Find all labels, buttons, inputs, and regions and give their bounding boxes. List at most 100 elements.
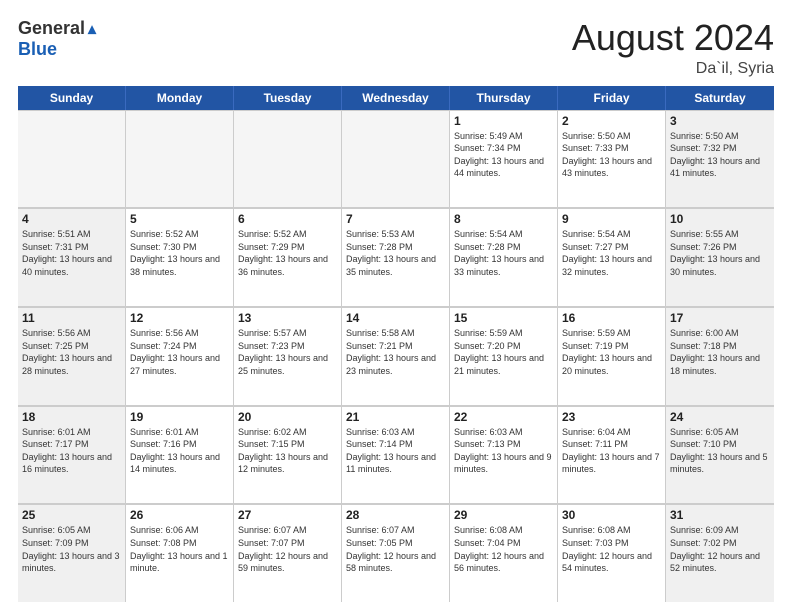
day-number: 31: [670, 508, 770, 522]
day-number: 29: [454, 508, 553, 522]
cell-info: Sunrise: 6:08 AMSunset: 7:03 PMDaylight:…: [562, 524, 661, 574]
cell-info: Sunrise: 6:03 AMSunset: 7:13 PMDaylight:…: [454, 426, 553, 476]
cell-info: Sunrise: 6:07 AMSunset: 7:07 PMDaylight:…: [238, 524, 337, 574]
cell-info: Sunrise: 5:56 AMSunset: 7:24 PMDaylight:…: [130, 327, 229, 377]
calendar-cell-w2-d6: 17 Sunrise: 6:00 AMSunset: 7:18 PMDayligh…: [666, 307, 774, 405]
day-number: 8: [454, 212, 553, 226]
calendar-cell-w4-d4: 29 Sunrise: 6:08 AMSunset: 7:04 PMDayligh…: [450, 504, 558, 602]
day-number: 11: [22, 311, 121, 325]
cell-info: Sunrise: 6:00 AMSunset: 7:18 PMDaylight:…: [670, 327, 770, 377]
header-thursday: Thursday: [450, 86, 558, 110]
calendar-cell-w0-d4: 1 Sunrise: 5:49 AMSunset: 7:34 PMDaylight…: [450, 110, 558, 208]
calendar-cell-w3-d1: 19Sunrise: 6:01 AMSunset: 7:16 PMDayligh…: [126, 406, 234, 504]
cell-info: Sunrise: 6:09 AMSunset: 7:02 PMDaylight:…: [670, 524, 770, 574]
day-number: 4: [22, 212, 121, 226]
bird-icon: ▴: [88, 19, 96, 39]
header-friday: Friday: [558, 86, 666, 110]
day-number: 15: [454, 311, 553, 325]
cell-info: Sunrise: 5:53 AMSunset: 7:28 PMDaylight:…: [346, 228, 445, 278]
calendar-header: Sunday Monday Tuesday Wednesday Thursday…: [18, 86, 774, 110]
calendar-cell-w3-d0: 18 Sunrise: 6:01 AMSunset: 7:17 PMDayligh…: [18, 406, 126, 504]
day-number: 20: [238, 410, 337, 424]
cell-info: Sunrise: 5:49 AMSunset: 7:34 PMDaylight:…: [454, 130, 553, 180]
day-number: 22: [454, 410, 553, 424]
calendar-cell-w4-d5: 30Sunrise: 6:08 AMSunset: 7:03 PMDayligh…: [558, 504, 666, 602]
day-number: 16: [562, 311, 661, 325]
day-number: 25: [22, 508, 121, 522]
calendar-cell-w1-d6: 10 Sunrise: 5:55 AMSunset: 7:26 PMDayligh…: [666, 208, 774, 306]
cell-info: Sunrise: 5:59 AMSunset: 7:20 PMDaylight:…: [454, 327, 553, 377]
calendar-cell-w0-d2: [234, 110, 342, 208]
title-block: August 2024 Da`il, Syria: [572, 18, 774, 78]
logo: General ▴ Blue: [18, 18, 96, 60]
day-number: 21: [346, 410, 445, 424]
day-number: 23: [562, 410, 661, 424]
header: General ▴ Blue August 2024 Da`il, Syria: [18, 18, 774, 78]
day-number: 1: [454, 114, 553, 128]
calendar-cell-w4-d2: 27 Sunrise: 6:07 AMSunset: 7:07 PMDayligh…: [234, 504, 342, 602]
cell-info: Sunrise: 6:08 AMSunset: 7:04 PMDaylight:…: [454, 524, 553, 574]
day-number: 18: [22, 410, 121, 424]
day-number: 12: [130, 311, 229, 325]
day-number: 27: [238, 508, 337, 522]
day-number: 26: [130, 508, 229, 522]
day-number: 13: [238, 311, 337, 325]
logo-blue-text: Blue: [18, 39, 96, 60]
logo-general: General ▴: [18, 18, 96, 39]
day-number: 19: [130, 410, 229, 424]
day-number: 9: [562, 212, 661, 226]
cell-info: Sunrise: 5:52 AMSunset: 7:29 PMDaylight:…: [238, 228, 337, 278]
header-wednesday: Wednesday: [342, 86, 450, 110]
day-number: 10: [670, 212, 770, 226]
calendar-week-2: 11 Sunrise: 5:56 AMSunset: 7:25 PMDayligh…: [18, 307, 774, 406]
calendar-cell-w3-d4: 22 Sunrise: 6:03 AMSunset: 7:13 PMDayligh…: [450, 406, 558, 504]
logo-general-text: General: [18, 18, 85, 39]
calendar-cell-w3-d5: 23Sunrise: 6:04 AMSunset: 7:11 PMDayligh…: [558, 406, 666, 504]
day-number: 24: [670, 410, 770, 424]
cell-info: Sunrise: 5:50 AMSunset: 7:32 PMDaylight:…: [670, 130, 770, 180]
header-tuesday: Tuesday: [234, 86, 342, 110]
calendar-cell-w2-d2: 13 Sunrise: 5:57 AMSunset: 7:23 PMDayligh…: [234, 307, 342, 405]
header-monday: Monday: [126, 86, 234, 110]
cell-info: Sunrise: 5:57 AMSunset: 7:23 PMDaylight:…: [238, 327, 337, 377]
cell-info: Sunrise: 6:06 AMSunset: 7:08 PMDaylight:…: [130, 524, 229, 574]
day-number: 14: [346, 311, 445, 325]
month-title: August 2024: [572, 18, 774, 58]
cell-info: Sunrise: 6:02 AMSunset: 7:15 PMDaylight:…: [238, 426, 337, 476]
day-number: 28: [346, 508, 445, 522]
calendar-cell-w2-d1: 12 Sunrise: 5:56 AMSunset: 7:24 PMDayligh…: [126, 307, 234, 405]
cell-info: Sunrise: 6:01 AMSunset: 7:17 PMDaylight:…: [22, 426, 121, 476]
day-number: 6: [238, 212, 337, 226]
cell-info: Sunrise: 5:51 AMSunset: 7:31 PMDaylight:…: [22, 228, 121, 278]
cell-info: Sunrise: 5:56 AMSunset: 7:25 PMDaylight:…: [22, 327, 121, 377]
calendar-week-3: 18 Sunrise: 6:01 AMSunset: 7:17 PMDayligh…: [18, 406, 774, 505]
day-number: 17: [670, 311, 770, 325]
calendar-cell-w0-d3: [342, 110, 450, 208]
calendar-cell-w4-d1: 26 Sunrise: 6:06 AMSunset: 7:08 PMDayligh…: [126, 504, 234, 602]
calendar-week-1: 4 Sunrise: 5:51 AMSunset: 7:31 PMDaylight…: [18, 208, 774, 307]
calendar: Sunday Monday Tuesday Wednesday Thursday…: [18, 86, 774, 602]
cell-info: Sunrise: 5:59 AMSunset: 7:19 PMDaylight:…: [562, 327, 661, 377]
calendar-cell-w2-d0: 11 Sunrise: 5:56 AMSunset: 7:25 PMDayligh…: [18, 307, 126, 405]
header-saturday: Saturday: [666, 86, 774, 110]
calendar-cell-w1-d1: 5Sunrise: 5:52 AMSunset: 7:30 PMDaylight…: [126, 208, 234, 306]
cell-info: Sunrise: 5:50 AMSunset: 7:33 PMDaylight:…: [562, 130, 661, 180]
calendar-cell-w0-d0: [18, 110, 126, 208]
calendar-week-4: 25Sunrise: 6:05 AMSunset: 7:09 PMDayligh…: [18, 504, 774, 602]
calendar-cell-w2-d5: 16 Sunrise: 5:59 AMSunset: 7:19 PMDayligh…: [558, 307, 666, 405]
header-sunday: Sunday: [18, 86, 126, 110]
cell-info: Sunrise: 6:03 AMSunset: 7:14 PMDaylight:…: [346, 426, 445, 476]
calendar-cell-w0-d6: 3 Sunrise: 5:50 AMSunset: 7:32 PMDaylight…: [666, 110, 774, 208]
cell-info: Sunrise: 5:52 AMSunset: 7:30 PMDaylight:…: [130, 228, 229, 278]
cell-info: Sunrise: 5:54 AMSunset: 7:27 PMDaylight:…: [562, 228, 661, 278]
cell-info: Sunrise: 5:55 AMSunset: 7:26 PMDaylight:…: [670, 228, 770, 278]
day-number: 7: [346, 212, 445, 226]
day-number: 3: [670, 114, 770, 128]
calendar-cell-w1-d2: 6 Sunrise: 5:52 AMSunset: 7:29 PMDaylight…: [234, 208, 342, 306]
calendar-cell-w4-d6: 31 Sunrise: 6:09 AMSunset: 7:02 PMDayligh…: [666, 504, 774, 602]
calendar-cell-w0-d5: 2Sunrise: 5:50 AMSunset: 7:33 PMDaylight…: [558, 110, 666, 208]
calendar-week-0: 1 Sunrise: 5:49 AMSunset: 7:34 PMDaylight…: [18, 110, 774, 209]
calendar-cell-w3-d6: 24 Sunrise: 6:05 AMSunset: 7:10 PMDayligh…: [666, 406, 774, 504]
cell-info: Sunrise: 5:54 AMSunset: 7:28 PMDaylight:…: [454, 228, 553, 278]
cell-info: Sunrise: 6:05 AMSunset: 7:10 PMDaylight:…: [670, 426, 770, 476]
